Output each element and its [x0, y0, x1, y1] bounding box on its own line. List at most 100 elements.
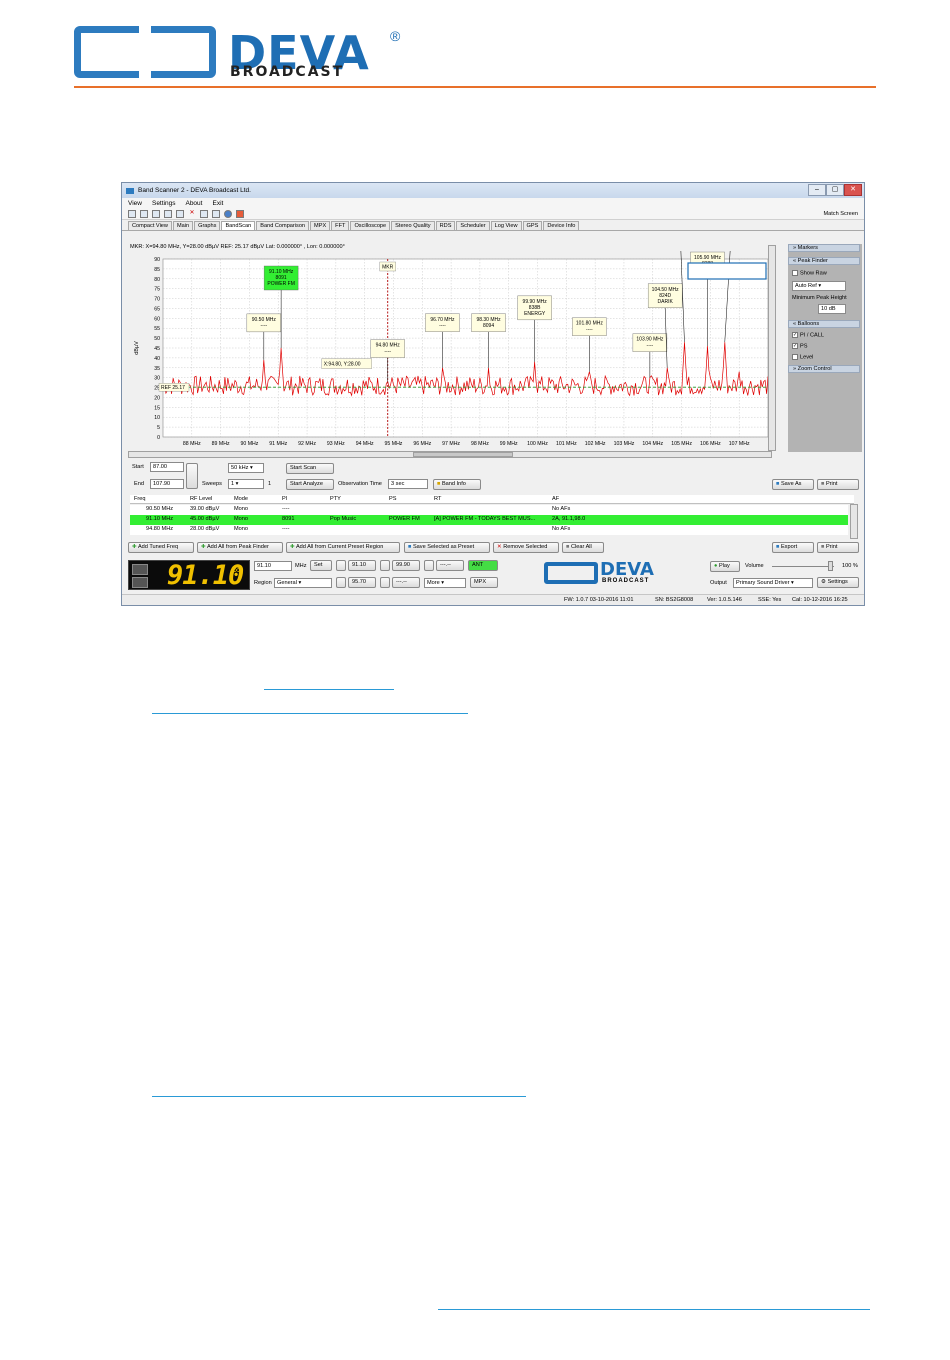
- print-icon[interactable]: [212, 209, 220, 218]
- start-scan-button[interactable]: Start Scan: [286, 463, 334, 474]
- save-icon[interactable]: [176, 209, 184, 218]
- export-button[interactable]: ■ Export: [772, 542, 814, 553]
- save-as-button[interactable]: ■ Save As: [772, 479, 814, 490]
- tab-mpx[interactable]: MPX: [310, 221, 331, 230]
- col-header-rt[interactable]: RT: [434, 496, 441, 502]
- tab-band-comparison[interactable]: Band Comparison: [256, 221, 310, 230]
- col-header-rf-level[interactable]: RF Level: [190, 496, 212, 502]
- ps-checkbox[interactable]: ✓ PS: [792, 343, 807, 349]
- play-button[interactable]: ● Play: [710, 561, 740, 572]
- set-button[interactable]: Set: [310, 560, 332, 571]
- link-underline-3[interactable]: [152, 1096, 526, 1097]
- tune-up-button[interactable]: [132, 564, 148, 575]
- min-peak-input[interactable]: 10 dB: [818, 304, 846, 314]
- clear-all-button[interactable]: ■ Clear All: [562, 542, 604, 553]
- table-row[interactable]: 90.50 MHz 39.00 dBµV Mono ---- No AFs: [130, 505, 848, 515]
- grid-icon[interactable]: [164, 209, 172, 218]
- delete-icon[interactable]: ✕: [188, 210, 196, 218]
- chart-scroll-thumb[interactable]: [413, 452, 513, 457]
- tab-bandscan[interactable]: BandScan: [221, 221, 256, 230]
- pi-call-checkbox[interactable]: ✓ PI / CALL: [792, 332, 824, 338]
- copy-icon[interactable]: [140, 209, 148, 218]
- col-header-pty[interactable]: PTY: [330, 496, 341, 502]
- ant-button[interactable]: ANT: [468, 560, 498, 571]
- volume-slider[interactable]: [772, 566, 834, 567]
- output-select[interactable]: Primary Sound Driver ▾: [733, 578, 813, 588]
- print-table-button[interactable]: ■ Print: [817, 542, 859, 553]
- menu-settings[interactable]: Settings: [152, 200, 176, 207]
- end-freq-input[interactable]: 107.90: [150, 479, 184, 489]
- tab-gps[interactable]: GPS: [522, 221, 543, 230]
- auto-ref-select[interactable]: Auto Ref ▾: [792, 281, 846, 291]
- tab-stereo-quality[interactable]: Stereo Quality: [391, 221, 435, 230]
- mpx-button[interactable]: MPX: [470, 577, 498, 588]
- markers-header[interactable]: » Markers: [788, 244, 860, 252]
- observation-time-input[interactable]: 3 sec: [388, 479, 428, 489]
- table-row[interactable]: 94.80 MHz 28.00 dBµV Mono ---- No AFs: [130, 525, 848, 535]
- table-row[interactable]: 91.10 MHz 45.00 dBµV Mono 8091 Pop Music POWE…: [130, 515, 848, 525]
- preset-save-icon-5[interactable]: [380, 577, 390, 588]
- add-all-preset-region-button[interactable]: ✚ Add All from Current Preset Region: [286, 542, 400, 553]
- col-header-ps[interactable]: PS: [389, 496, 396, 502]
- freq-input[interactable]: 91.10: [254, 561, 292, 571]
- tab-main[interactable]: Main: [172, 221, 194, 230]
- edit-icon[interactable]: [200, 209, 208, 218]
- preset-save-icon-1[interactable]: [336, 560, 346, 571]
- col-header-af[interactable]: AF: [552, 496, 559, 502]
- preset-save-icon-3[interactable]: [424, 560, 434, 571]
- link-underline-1[interactable]: [264, 689, 394, 690]
- table-v-scrollbar[interactable]: [850, 504, 858, 539]
- preset-save-icon-2[interactable]: [380, 560, 390, 571]
- settings-button[interactable]: ⚙ Settings: [817, 577, 859, 588]
- bandscan-chart[interactable]: 05101520253035404550556065707580859088 M…: [128, 251, 778, 459]
- save-selected-preset-button[interactable]: ■ Save Selected as Preset: [404, 542, 490, 553]
- table-icon[interactable]: [152, 209, 160, 218]
- step-select[interactable]: 50 kHz ▾: [228, 463, 264, 473]
- info-icon[interactable]: [224, 209, 232, 218]
- preset-save-icon-4[interactable]: [336, 577, 346, 588]
- preset-5-button[interactable]: ---.--: [392, 577, 420, 588]
- link-underline-2[interactable]: [152, 713, 468, 714]
- preset-3-button[interactable]: ---.--: [436, 560, 464, 571]
- tune-down-button[interactable]: [132, 577, 148, 588]
- tab-graphs[interactable]: Graphs: [194, 221, 221, 230]
- tab-device-info[interactable]: Device Info: [543, 221, 580, 230]
- col-header-mode[interactable]: Mode: [234, 496, 248, 502]
- minimize-button[interactable]: –: [808, 184, 826, 196]
- preset-1-button[interactable]: 91.10: [348, 560, 376, 571]
- col-header-freq[interactable]: Freq: [134, 496, 146, 502]
- remove-selected-button[interactable]: ✕ Remove Selected: [493, 542, 559, 553]
- show-raw-checkbox[interactable]: Show Raw: [792, 270, 827, 276]
- maximize-button[interactable]: ▢: [826, 184, 844, 196]
- menu-about[interactable]: About: [185, 200, 202, 207]
- add-tuned-freq-button[interactable]: ✚ Add Tuned Freq: [128, 542, 194, 553]
- sweeps-select[interactable]: 1 ▾: [228, 479, 264, 489]
- menu-exit[interactable]: Exit: [212, 200, 223, 207]
- volume-slider-thumb[interactable]: [828, 561, 833, 571]
- peak-finder-header[interactable]: « Peak Finder: [788, 257, 860, 265]
- more-select[interactable]: More ▾: [424, 578, 466, 588]
- start-analyze-button[interactable]: Start Analyze: [286, 479, 334, 490]
- region-select[interactable]: General ▾: [274, 578, 332, 588]
- start-freq-input[interactable]: 87.00: [150, 462, 184, 472]
- preset-2-button[interactable]: 99.90: [392, 560, 420, 571]
- menu-view[interactable]: View: [128, 200, 142, 207]
- band-info-button[interactable]: ■ Band Info: [433, 479, 481, 490]
- match-screen-button[interactable]: Match Screen: [823, 211, 858, 217]
- stop-icon[interactable]: [236, 209, 244, 218]
- swap-range-button[interactable]: [186, 463, 198, 489]
- level-checkbox[interactable]: Level: [792, 354, 813, 360]
- tab-compact-view[interactable]: Compact View: [128, 221, 172, 230]
- new-icon[interactable]: [128, 209, 136, 218]
- zoom-control-header[interactable]: » Zoom Control: [788, 365, 860, 373]
- close-button[interactable]: ✕: [844, 184, 862, 196]
- add-all-peak-finder-button[interactable]: ✚ Add All from Peak Finder: [197, 542, 283, 553]
- tab-log-view[interactable]: Log View: [490, 221, 522, 230]
- chart-v-scrollbar[interactable]: [768, 245, 776, 451]
- tab-scheduler[interactable]: Scheduler: [456, 221, 490, 230]
- col-header-pi[interactable]: PI: [282, 496, 287, 502]
- print-button[interactable]: ■ Print: [817, 479, 859, 490]
- tab-fft[interactable]: FFT: [331, 221, 350, 230]
- tab-rds[interactable]: RDS: [435, 221, 456, 230]
- preset-4-button[interactable]: 95.70: [348, 577, 376, 588]
